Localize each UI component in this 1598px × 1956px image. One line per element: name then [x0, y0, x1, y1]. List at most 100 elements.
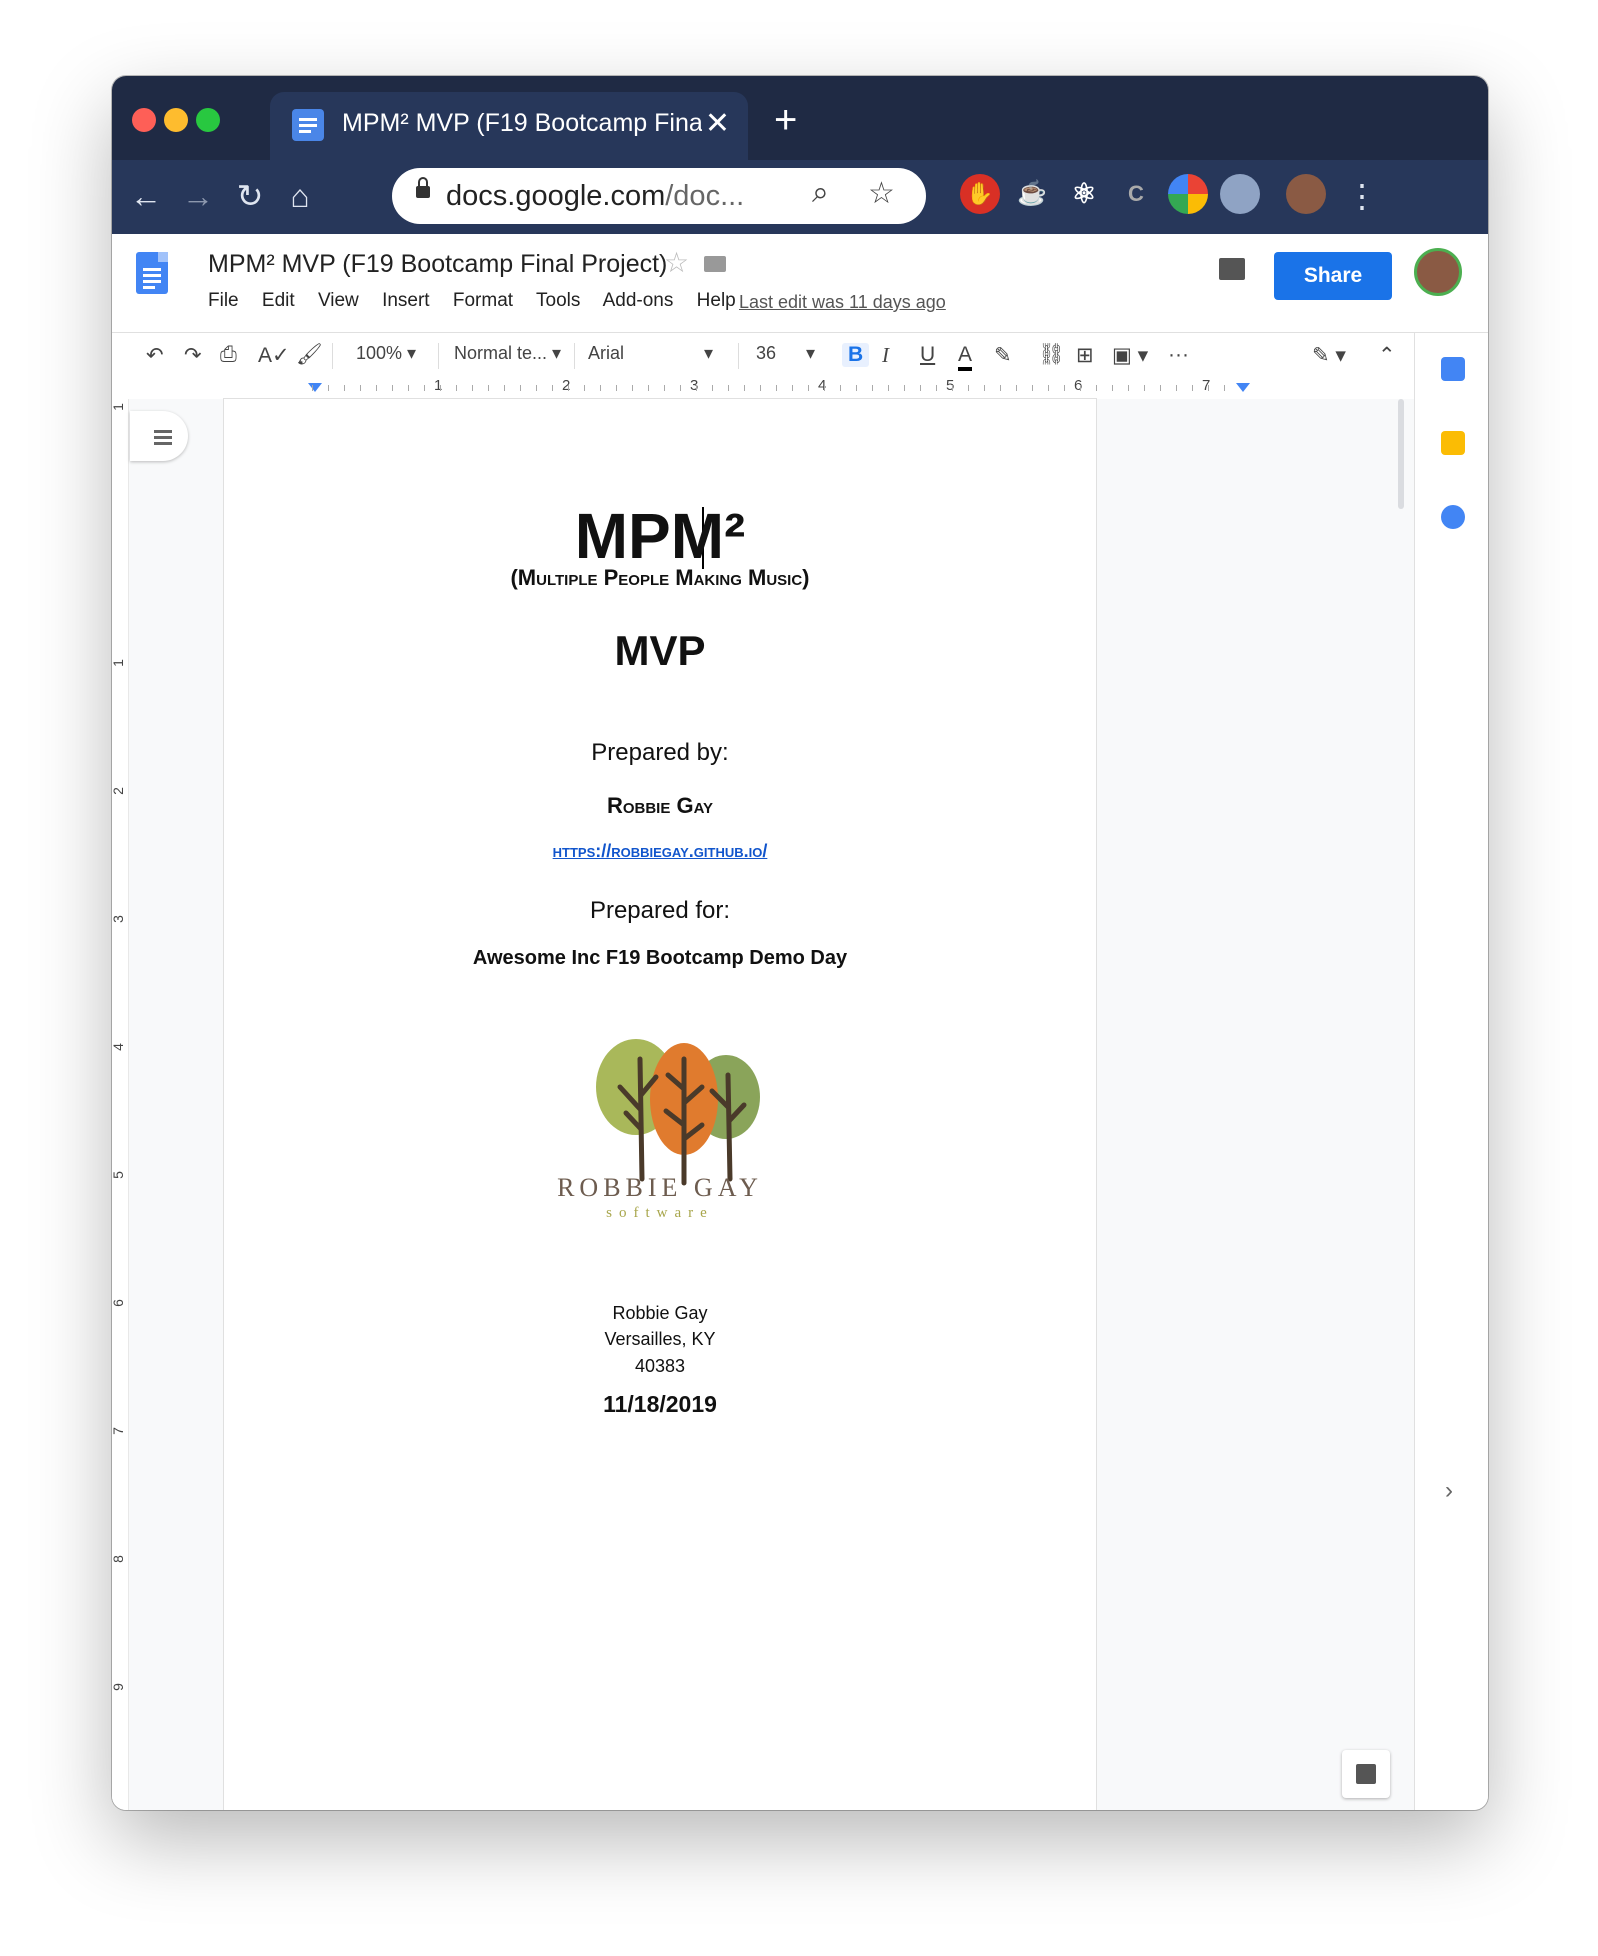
ruler-tick [1144, 385, 1145, 391]
address-line: 40383 [634, 1356, 686, 1376]
docs-logo-icon[interactable] [136, 252, 168, 294]
italic-button[interactable]: I [882, 343, 889, 368]
reload-button[interactable]: ↻ [228, 174, 272, 218]
java-extension-icon[interactable]: ☕ [1012, 174, 1052, 214]
share-label: Share [1303, 264, 1363, 287]
menu-view[interactable]: View [318, 290, 359, 311]
back-button[interactable]: ← [124, 174, 168, 218]
undo-icon[interactable]: ↶ [146, 343, 164, 368]
vertical-scrollbar[interactable] [1398, 399, 1404, 509]
comments-icon[interactable] [1219, 258, 1245, 280]
ruler-tick [1096, 385, 1097, 391]
font-select[interactable]: Arial ▾ [588, 343, 713, 364]
minimize-window-button[interactable] [164, 108, 188, 132]
close-tab-icon[interactable]: ✕ [705, 106, 730, 141]
menu-addons[interactable]: Add-ons [603, 290, 674, 311]
vertical-ruler[interactable]: 1 1 2 3 4 5 6 7 8 9 [112, 399, 129, 1810]
last-edit-link[interactable]: Last edit was 11 days ago [739, 292, 946, 313]
circle-extension-icon[interactable] [1220, 174, 1260, 214]
zoom-icon[interactable]: ⌕ [812, 176, 829, 210]
browser-menu-icon[interactable]: ⋮ [1340, 174, 1384, 218]
document-page[interactable]: MPM² (Multiple People Making Music) MVP … [224, 399, 1096, 1810]
forward-button[interactable]: → [176, 174, 220, 218]
logo-wordmark: ROBBIE GAY [557, 1173, 763, 1202]
adblock-extension-icon[interactable]: ✋ [960, 174, 1000, 214]
document-date: 11/18/2019 [603, 1391, 717, 1417]
menu-insert[interactable]: Insert [382, 290, 430, 311]
calendar-icon[interactable] [1441, 357, 1465, 381]
new-tab-button[interactable]: + [774, 98, 797, 143]
ruler-tick [1080, 385, 1081, 391]
link-icon[interactable]: ⛓ [1038, 343, 1065, 367]
share-button[interactable]: Share [1274, 252, 1392, 300]
menu-format[interactable]: Format [453, 290, 513, 311]
zoom-window-button[interactable] [196, 108, 220, 132]
ruler-number: 7 [1202, 377, 1211, 394]
css-extension-icon[interactable]: C [1116, 174, 1156, 214]
profile-avatar[interactable] [1286, 174, 1326, 214]
address-line: Versailles, KY [604, 1329, 716, 1349]
keep-icon[interactable] [1441, 431, 1465, 455]
address-bar[interactable]: docs.google.com/doc... ⌕ ☆ [392, 168, 926, 224]
side-panel: › [1414, 333, 1488, 1810]
menu-edit[interactable]: Edit [262, 290, 295, 311]
zoom-select[interactable]: 100% ▾ [356, 343, 416, 364]
explore-button[interactable] [1342, 1750, 1390, 1798]
left-indent-marker[interactable] [308, 383, 322, 392]
redo-icon[interactable]: ↷ [184, 343, 202, 368]
ruler-tick [568, 385, 569, 391]
ruler-tick [584, 385, 585, 391]
document-canvas: 1 1 2 3 4 5 6 7 8 9 MPM² (Multiple Peopl… [112, 399, 1414, 1810]
ruler-tick [1064, 385, 1065, 391]
bookmark-star-icon[interactable]: ☆ [868, 176, 895, 211]
menu-bar: File Edit View Insert Format Tools Add-o… [208, 290, 754, 312]
ruler-tick [440, 385, 441, 391]
menu-help[interactable]: Help [697, 290, 736, 311]
paint-format-icon[interactable]: 🖌 [296, 343, 323, 367]
document-title[interactable]: MPM² MVP (F19 Bootcamp Final Project) [208, 250, 667, 279]
text-color-button[interactable]: A [958, 343, 973, 371]
ruler-tick [680, 385, 681, 391]
author-name: Robbie Gay [606, 793, 714, 818]
tab-title: MPM² MVP (F19 Bootcamp Fina [342, 109, 702, 137]
menu-tools[interactable]: Tools [536, 290, 580, 311]
document-outline-button[interactable] [130, 411, 188, 461]
color-extension-icon[interactable] [1168, 174, 1208, 214]
expand-panel-icon[interactable]: › [1445, 1477, 1453, 1505]
highlight-icon[interactable]: ✎ [994, 343, 1012, 368]
font-size-select[interactable]: 36 ▾ [756, 343, 815, 364]
tasks-icon[interactable] [1441, 505, 1465, 529]
author-website-link[interactable]: https://robbiegay.github.io/ [224, 841, 1096, 862]
style-select[interactable]: Normal te... ▾ [454, 343, 561, 364]
lock-icon [416, 177, 430, 198]
ruler-tick [984, 385, 985, 391]
more-options-icon[interactable]: ··· [1168, 343, 1189, 367]
ruler-tick [888, 385, 889, 391]
react-devtools-icon[interactable]: ⚛ [1064, 174, 1104, 214]
print-icon[interactable]: ⎙ [220, 343, 237, 367]
close-window-button[interactable] [132, 108, 156, 132]
horizontal-ruler[interactable]: 1 2 3 4 5 6 7 [112, 377, 1414, 400]
prepared-by-label: Prepared by: [591, 739, 729, 766]
insert-comment-icon[interactable]: ⊞ [1076, 343, 1094, 368]
ruler-tick [648, 385, 649, 391]
home-button[interactable]: ⌂ [278, 174, 322, 218]
collapse-toolbar-icon[interactable]: ⌃ [1378, 343, 1396, 368]
spellcheck-icon[interactable]: A✓ [258, 343, 290, 368]
account-avatar[interactable] [1414, 248, 1462, 296]
logo-tagline: software [606, 1205, 714, 1221]
ruler-tick [856, 385, 857, 391]
underline-button[interactable]: U [920, 343, 935, 367]
ruler-tick [328, 385, 329, 391]
ruler-tick [776, 385, 777, 391]
editing-mode-icon[interactable]: ✎ ▾ [1312, 343, 1346, 368]
browser-tab[interactable]: MPM² MVP (F19 Bootcamp Fina ✕ [270, 92, 748, 160]
ruler-tick [1032, 385, 1033, 391]
bold-button[interactable]: B [842, 343, 870, 367]
insert-image-icon[interactable]: ▣ ▾ [1112, 343, 1148, 368]
menu-file[interactable]: File [208, 290, 239, 311]
ruler-tick [600, 385, 601, 391]
right-indent-marker[interactable] [1236, 383, 1250, 392]
folder-icon[interactable] [704, 256, 726, 272]
star-icon[interactable]: ☆ [664, 246, 689, 279]
